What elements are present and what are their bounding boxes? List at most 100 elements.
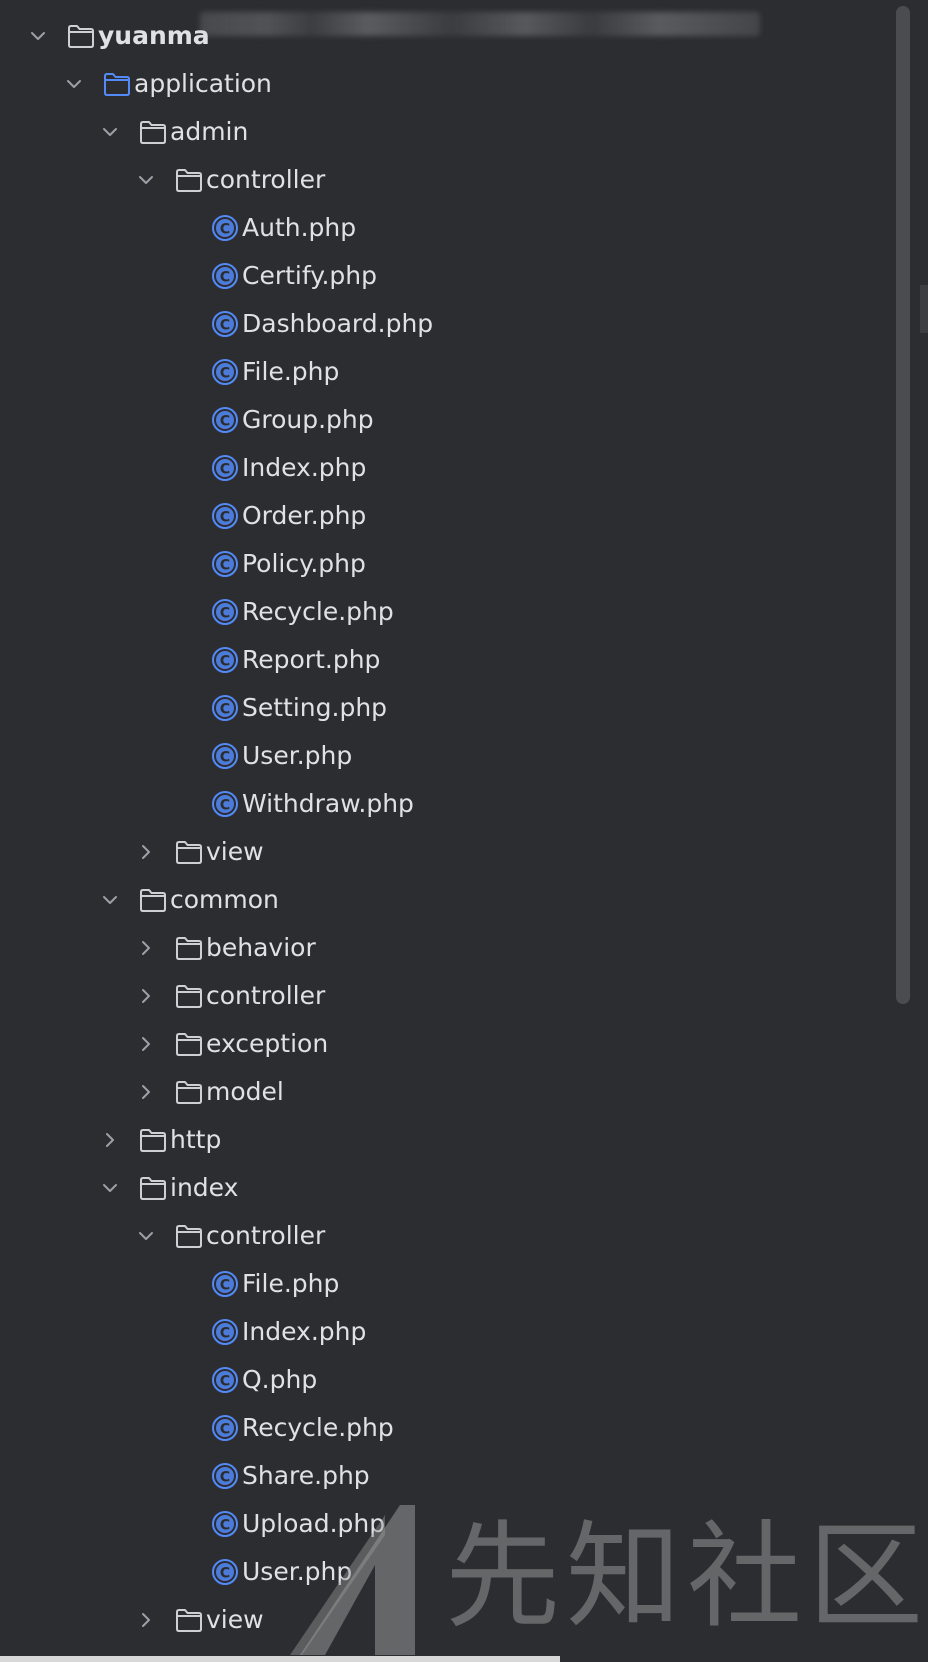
tree-file-item[interactable]: C Dashboard.php [0,300,888,348]
tree-folder-item[interactable]: controller [0,156,888,204]
php-class-icon: C [208,787,242,821]
svg-text:C: C [220,222,230,238]
folder-icon [172,1075,206,1109]
svg-text:C: C [220,510,230,526]
tree-file-item[interactable]: C Index.php [0,1308,888,1356]
tree-file-item[interactable]: C Withdraw.php [0,780,888,828]
php-class-icon: C [208,595,242,629]
chevron-right-icon[interactable] [136,938,156,958]
tree-folder-item[interactable]: controller [0,972,888,1020]
tree-folder-item[interactable]: index [0,1164,888,1212]
tree-file-item[interactable]: C Order.php [0,492,888,540]
tree-file-item[interactable]: C Upload.php [0,1500,888,1548]
tree-item-label: view [206,837,264,866]
svg-text:C: C [220,1326,230,1342]
chevron-right-icon[interactable] [136,1082,156,1102]
tree-item-label: Recycle.php [242,1413,394,1442]
tree-file-item[interactable]: C Setting.php [0,684,888,732]
folder-icon [136,1123,170,1157]
tree-item-label: Setting.php [242,693,388,722]
chevron-down-icon[interactable] [100,890,120,910]
tree-file-item[interactable]: C Policy.php [0,540,888,588]
folder-icon [136,1171,170,1205]
php-class-icon: C [208,739,242,773]
folder-icon [136,883,170,917]
vertical-scrollbar[interactable] [888,0,928,1662]
php-class-icon: C [208,1363,242,1397]
php-class-icon: C [208,259,242,293]
tree-item-label: Recycle.php [242,597,394,626]
php-class-icon: C [208,1555,242,1589]
php-class-icon: C [208,1507,242,1541]
chevron-down-icon[interactable] [28,26,48,46]
tree-item-label: index [170,1173,239,1202]
folder-icon [172,931,206,965]
php-class-icon: C [208,1267,242,1301]
tree-item-label: yuanma [98,21,210,50]
tree-item-label: File.php [242,1269,340,1298]
tree-file-item[interactable]: C Recycle.php [0,1404,888,1452]
redacted-path [200,12,760,36]
svg-text:C: C [220,1470,230,1486]
tree-item-label: File.php [242,357,340,386]
chevron-down-icon[interactable] [136,170,156,190]
tree-folder-item[interactable]: behavior [0,924,888,972]
tree-file-item[interactable]: C Certify.php [0,252,888,300]
tree-folder-item[interactable]: controller [0,1212,888,1260]
tree-file-item[interactable]: C User.php [0,1548,888,1596]
tree-item-label: common [170,885,279,914]
tree-file-item[interactable]: C File.php [0,1260,888,1308]
tree-folder-item[interactable]: view [0,1596,888,1644]
chevron-down-icon[interactable] [100,1178,120,1198]
php-class-icon: C [208,1411,242,1445]
tree-item-label: Auth.php [242,213,357,242]
tree-item-label: Policy.php [242,549,366,578]
chevron-down-icon[interactable] [64,74,84,94]
tree-file-item[interactable]: C File.php [0,348,888,396]
chevron-right-icon[interactable] [136,1034,156,1054]
scrollbar-thumb[interactable] [896,6,910,1004]
tree-folder-item[interactable]: http [0,1116,888,1164]
tree-item-label: Upload.php [242,1509,386,1538]
chevron-right-icon[interactable] [100,1130,120,1150]
tree-folder-item[interactable]: model [0,1068,888,1116]
tree-item-label: controller [206,981,326,1010]
chevron-down-icon[interactable] [100,122,120,142]
tree-item-label: application [134,69,272,98]
tree-folder-item[interactable]: common [0,876,888,924]
chevron-down-icon[interactable] [136,1226,156,1246]
tree-file-item[interactable]: C Auth.php [0,204,888,252]
svg-text:C: C [220,414,230,430]
chevron-right-icon[interactable] [136,986,156,1006]
project-tree: yuanma application admin controller C Auth.ph… [0,12,888,1644]
svg-text:C: C [220,750,230,766]
svg-text:C: C [220,654,230,670]
folder-icon [172,163,206,197]
tree-file-item[interactable]: C Recycle.php [0,588,888,636]
svg-text:C: C [220,1566,230,1582]
tree-item-label: Withdraw.php [242,789,414,818]
php-class-icon: C [208,547,242,581]
folder-icon [172,835,206,869]
tree-folder-item[interactable]: application [0,60,888,108]
tree-file-item[interactable]: C Share.php [0,1452,888,1500]
php-class-icon: C [208,499,242,533]
tree-file-item[interactable]: C Index.php [0,444,888,492]
tree-folder-item[interactable]: view [0,828,888,876]
svg-text:C: C [220,1518,230,1534]
tree-folder-item[interactable]: exception [0,1020,888,1068]
php-class-icon: C [208,1459,242,1493]
tree-file-item[interactable]: C Group.php [0,396,888,444]
svg-text:C: C [220,1374,230,1390]
tree-item-label: model [206,1077,284,1106]
tree-item-label: behavior [206,933,316,962]
tree-folder-item[interactable]: admin [0,108,888,156]
scrollbar-marker [920,285,928,333]
tree-file-item[interactable]: C Report.php [0,636,888,684]
chevron-right-icon[interactable] [136,842,156,862]
tree-item-label: Q.php [242,1365,318,1394]
chevron-right-icon[interactable] [136,1610,156,1630]
tree-file-item[interactable]: C User.php [0,732,888,780]
php-class-icon: C [208,1315,242,1349]
tree-file-item[interactable]: C Q.php [0,1356,888,1404]
